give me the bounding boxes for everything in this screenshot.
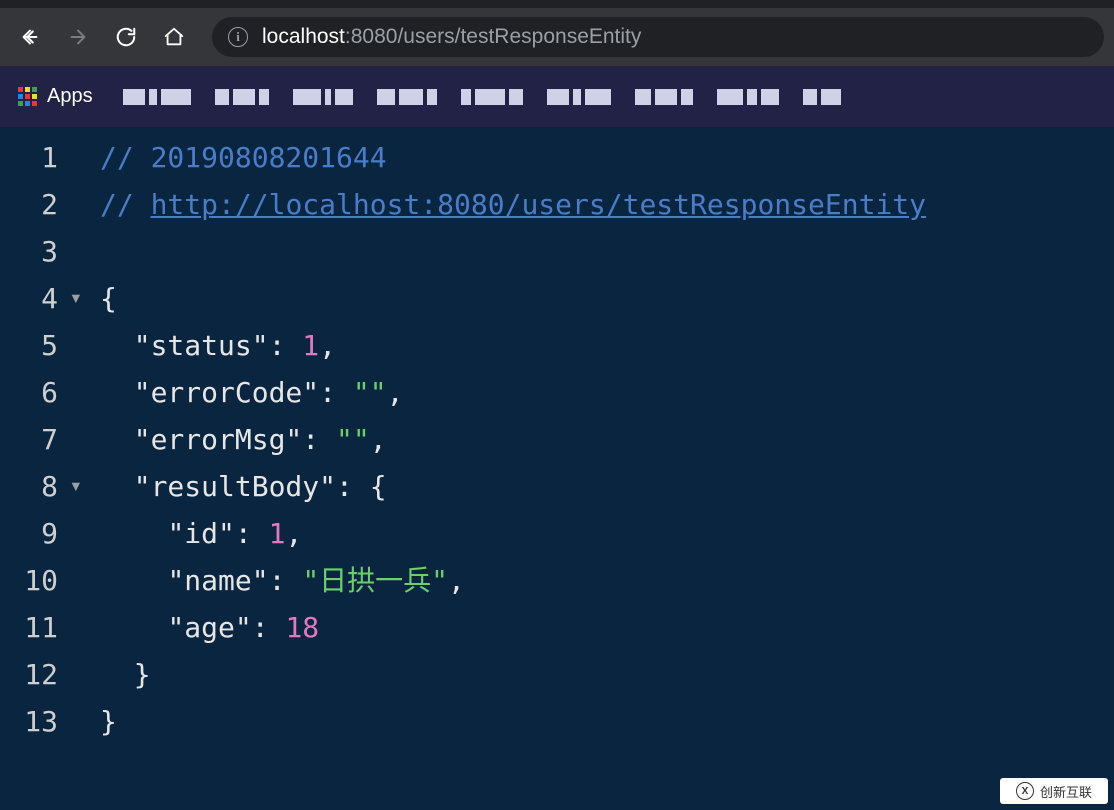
json-string: "日拱一兵": [302, 564, 448, 597]
apps-label: Apps: [47, 85, 93, 108]
code-content[interactable]: // 20190808201644 // http://localhost:80…: [62, 134, 926, 745]
bookmarks-bar: Apps: [0, 66, 1114, 128]
url-text: localhost:8080/users/testResponseEntity: [262, 25, 641, 49]
back-button[interactable]: [10, 17, 50, 57]
home-button[interactable]: [154, 17, 194, 57]
forward-button[interactable]: [58, 17, 98, 57]
json-string: "": [336, 423, 370, 456]
fold-marker-icon[interactable]: ▼: [72, 463, 80, 510]
fold-marker-icon[interactable]: ▼: [72, 275, 80, 322]
json-string: "": [353, 376, 387, 409]
info-icon[interactable]: i: [228, 27, 248, 47]
apps-icon: [18, 87, 37, 106]
url-link[interactable]: http://localhost:8080/users/testResponse…: [151, 188, 926, 221]
bookmarks-blurred: [123, 89, 1096, 105]
json-number: 18: [285, 611, 319, 644]
json-number: 1: [302, 329, 319, 362]
apps-shortcut[interactable]: Apps: [18, 85, 93, 108]
code-viewer: 1 2 3 4▼ 5 6 7 8▼ 9 10 11 12 13 // 20190…: [0, 128, 1114, 745]
reload-button[interactable]: [106, 17, 146, 57]
tab-strip: [0, 0, 1114, 8]
comment-line: // 20190808201644: [100, 141, 387, 174]
browser-toolbar: i localhost:8080/users/testResponseEntit…: [0, 8, 1114, 66]
comment-line: // http://localhost:8080/users/testRespo…: [100, 188, 926, 221]
watermark-logo-icon: X: [1016, 782, 1034, 800]
json-number: 1: [269, 517, 286, 550]
watermark: X 创新互联: [1000, 778, 1108, 804]
line-gutter: 1 2 3 4▼ 5 6 7 8▼ 9 10 11 12 13: [0, 134, 62, 745]
watermark-text: 创新互联: [1040, 782, 1092, 801]
address-bar[interactable]: i localhost:8080/users/testResponseEntit…: [212, 17, 1104, 57]
